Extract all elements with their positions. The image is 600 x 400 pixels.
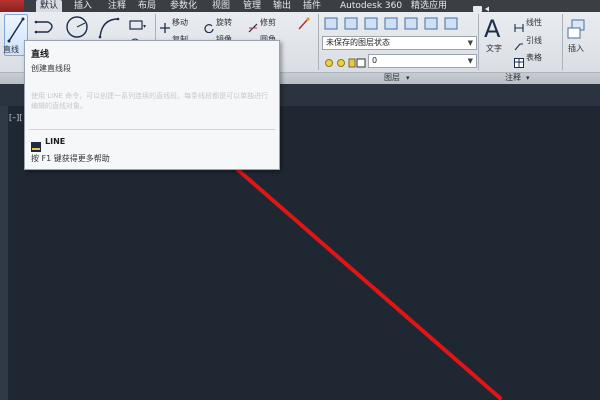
tooltip-subtitle: 创建直线段 xyxy=(31,64,71,73)
tooltip-panel: 直线 创建直线段 使用 LINE 命令，可以创建一系列连续的直线段。每条线段都是… xyxy=(24,40,280,170)
command-icon xyxy=(31,137,41,152)
tooltip-title: 直线 xyxy=(31,50,50,60)
tooltip-command-name: LINE xyxy=(45,137,66,146)
tooltip-help-text: 按 F1 键获得更多帮助 xyxy=(31,154,110,163)
tooltip-divider xyxy=(29,129,275,130)
tooltip-description: 使用 LINE 命令，可以创建一系列连续的直线段。每条线段都是可以单独进行编辑的… xyxy=(31,92,269,110)
